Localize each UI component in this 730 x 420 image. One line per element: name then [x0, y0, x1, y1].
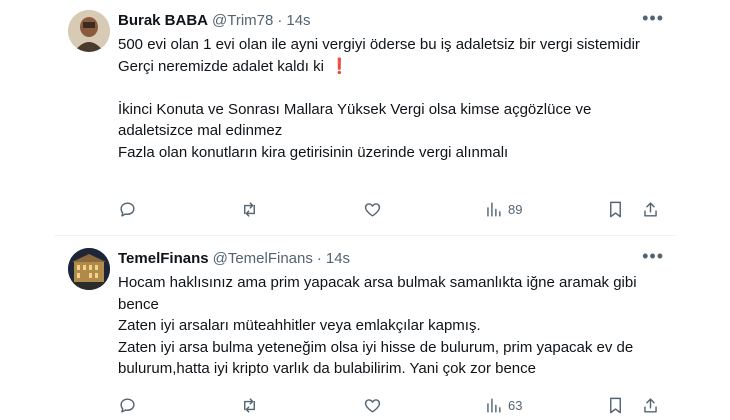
tweet-line: Zaten iyi arsaları müteahhitler veya eml…: [118, 317, 481, 334]
bookmark-icon: [610, 201, 621, 217]
like-button[interactable]: [363, 200, 382, 219]
avatar[interactable]: [68, 248, 110, 290]
avatar[interactable]: [68, 10, 110, 52]
views-chart-icon: [487, 397, 501, 413]
retweet-button[interactable]: [240, 396, 259, 415]
bookmark-button[interactable]: [606, 200, 625, 219]
bookmark-icon: [610, 397, 621, 413]
like-button[interactable]: [363, 396, 382, 415]
action-bar: 63: [118, 394, 660, 416]
tweet-line: Hocam haklısınız ama prim yapacak arsa b…: [118, 274, 637, 313]
author-name[interactable]: Burak BABA: [118, 12, 208, 29]
author-handle[interactable]: @Trim78: [212, 12, 273, 29]
views-count: 63: [508, 397, 523, 413]
heart-icon: [364, 398, 381, 413]
share-button[interactable]: [641, 396, 660, 415]
tweet-1[interactable]: Burak BABA @Trim78 · 14s ••• 500 evi ola…: [54, 0, 676, 235]
tweet-2[interactable]: TemelFinans @TemelFinans · 14s ••• Hocam…: [54, 236, 676, 420]
heart-icon: [364, 202, 381, 217]
reply-button[interactable]: [118, 200, 137, 219]
tweet-header: Burak BABA @Trim78 · 14s: [118, 10, 666, 30]
retweet-icon: [244, 201, 255, 217]
tweet-line: Fazla olan konutların kira getirisinin ü…: [118, 143, 509, 161]
reply-icon: [120, 397, 135, 413]
tweet-line: Gerçi neremizde adalet kaldı ki ❗: [118, 56, 656, 78]
tweet-line: İkinci Konuta ve Sonrası Mallara Yüksek …: [118, 100, 592, 140]
author-handle[interactable]: @TemelFinans: [213, 250, 313, 267]
tweet-line-text: Gerçi neremizde adalet kaldı ki: [118, 57, 324, 75]
author-name[interactable]: TemelFinans: [118, 250, 209, 267]
action-bar: 89: [118, 198, 660, 220]
more-options-icon[interactable]: •••: [642, 246, 664, 267]
separator: ·: [277, 11, 283, 29]
exclamation-emoji-icon: ❗: [329, 57, 349, 75]
tweet-line: Zaten iyi arsa bulma yeteneğim olsa iyi …: [118, 338, 634, 378]
tweet-text: 500 evi olan 1 evi olan ile ayni vergiyi…: [118, 34, 656, 163]
retweet-button[interactable]: [240, 200, 259, 219]
tweet-line: 500 evi olan 1 evi olan ile ayni vergiyi…: [118, 36, 640, 53]
reply-icon: [120, 201, 135, 217]
bookmark-button[interactable]: [606, 396, 625, 415]
share-button[interactable]: [641, 200, 660, 219]
tweet-header: TemelFinans @TemelFinans · 14s: [118, 248, 666, 268]
timestamp[interactable]: 14s: [286, 12, 310, 29]
views-button[interactable]: 89: [484, 200, 522, 219]
timestamp[interactable]: 14s: [326, 250, 350, 267]
views-count: 89: [508, 201, 523, 217]
views-chart-icon: [487, 201, 501, 217]
reply-button[interactable]: [118, 396, 137, 415]
tweet-text: Hocam haklısınız ama prim yapacak arsa b…: [118, 272, 656, 380]
views-button[interactable]: 63: [484, 396, 522, 415]
share-icon: [644, 397, 657, 413]
separator: ·: [316, 249, 322, 267]
more-options-icon[interactable]: •••: [642, 8, 664, 29]
share-icon: [644, 201, 657, 217]
retweet-icon: [244, 397, 255, 413]
